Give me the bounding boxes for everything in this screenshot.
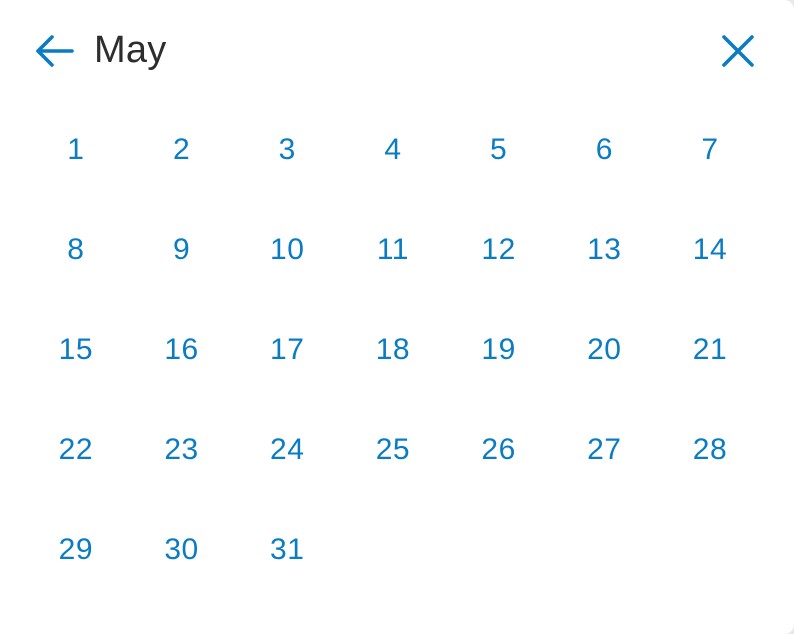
day-26[interactable]: 26 xyxy=(446,400,552,500)
month-title: May xyxy=(94,29,167,71)
month-header: May xyxy=(0,0,794,100)
day-5[interactable]: 5 xyxy=(446,100,552,200)
day-7[interactable]: 7 xyxy=(657,100,763,200)
day-4[interactable]: 4 xyxy=(340,100,446,200)
month-picker-panel: May 1 2 3 4 5 6 7 8 9 10 11 12 13 14 15 16 17 18 19 20 21 22 2… xyxy=(0,0,794,634)
day-23[interactable]: 23 xyxy=(129,400,235,500)
day-27[interactable]: 27 xyxy=(551,400,657,500)
day-19[interactable]: 19 xyxy=(446,300,552,400)
day-20[interactable]: 20 xyxy=(551,300,657,400)
day-24[interactable]: 24 xyxy=(234,400,340,500)
day-3[interactable]: 3 xyxy=(234,100,340,200)
day-29[interactable]: 29 xyxy=(23,500,129,600)
day-6[interactable]: 6 xyxy=(551,100,657,200)
close-icon xyxy=(722,35,754,67)
day-15[interactable]: 15 xyxy=(23,300,129,400)
day-8[interactable]: 8 xyxy=(23,200,129,300)
close-button[interactable] xyxy=(714,28,762,74)
day-31[interactable]: 31 xyxy=(234,500,340,600)
day-9[interactable]: 9 xyxy=(129,200,235,300)
day-2[interactable]: 2 xyxy=(129,100,235,200)
back-button[interactable] xyxy=(30,30,78,72)
day-18[interactable]: 18 xyxy=(340,300,446,400)
arrow-left-icon xyxy=(36,35,74,67)
day-28[interactable]: 28 xyxy=(657,400,763,500)
day-13[interactable]: 13 xyxy=(551,200,657,300)
day-17[interactable]: 17 xyxy=(234,300,340,400)
day-21[interactable]: 21 xyxy=(657,300,763,400)
day-16[interactable]: 16 xyxy=(129,300,235,400)
day-22[interactable]: 22 xyxy=(23,400,129,500)
day-30[interactable]: 30 xyxy=(129,500,235,600)
day-11[interactable]: 11 xyxy=(340,200,446,300)
day-25[interactable]: 25 xyxy=(340,400,446,500)
day-1[interactable]: 1 xyxy=(23,100,129,200)
day-10[interactable]: 10 xyxy=(234,200,340,300)
days-grid: 1 2 3 4 5 6 7 8 9 10 11 12 13 14 15 16 17 18 19 20 21 22 23 24 2… xyxy=(23,100,763,600)
day-12[interactable]: 12 xyxy=(446,200,552,300)
day-14[interactable]: 14 xyxy=(657,200,763,300)
